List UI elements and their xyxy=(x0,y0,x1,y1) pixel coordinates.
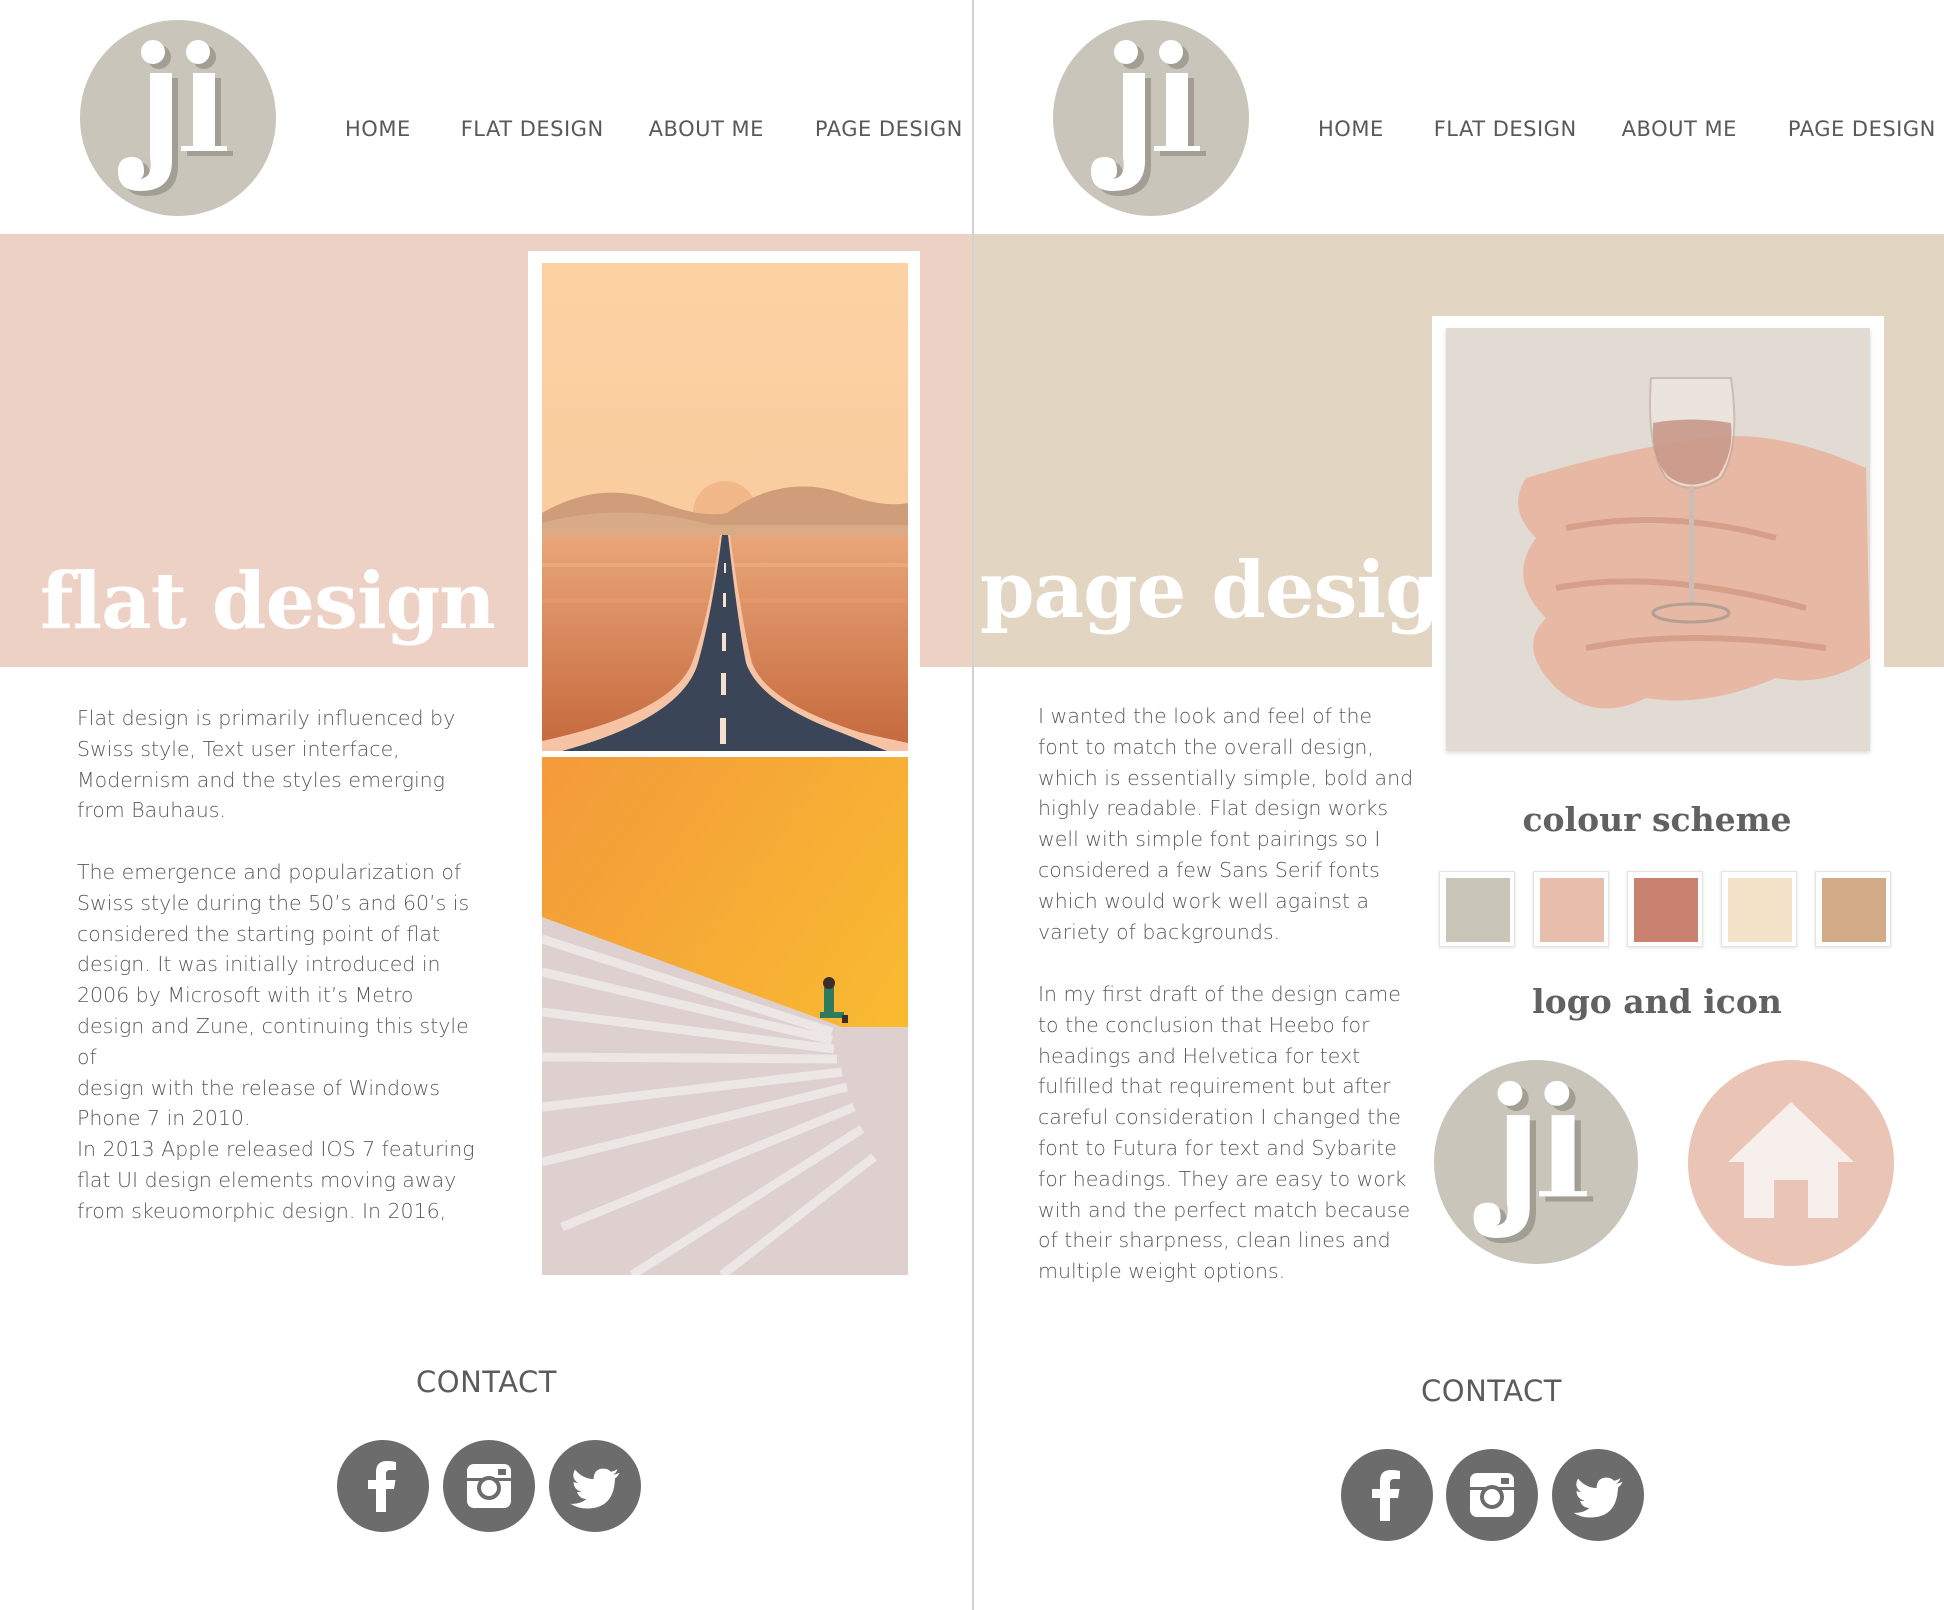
ji-monogram-icon xyxy=(1473,1080,1594,1244)
ji-logo-right[interactable] xyxy=(1053,20,1249,216)
facebook-button[interactable] xyxy=(337,1440,429,1532)
page-design-paragraph-2: In my first draft of the design came to … xyxy=(1038,982,1411,1284)
hero-title: flat design xyxy=(40,556,496,647)
nav-home[interactable]: HOME xyxy=(1318,117,1384,141)
hero-title: page design xyxy=(980,545,1495,636)
flat-design-paragraph-1: Flat design is primarily influenced by S… xyxy=(77,706,456,823)
twitter-button[interactable] xyxy=(549,1440,641,1532)
nav-page-design[interactable]: PAGE DESIGN xyxy=(815,117,963,141)
ji-monogram-icon xyxy=(118,40,233,196)
swatch-cream xyxy=(1721,871,1797,947)
nav-home[interactable]: HOME xyxy=(345,117,411,141)
home-icon-sample xyxy=(1688,1060,1894,1266)
home-icon xyxy=(1728,1102,1854,1218)
contact-heading: CONTACT xyxy=(1421,1374,1563,1408)
contact-heading: CONTACT xyxy=(416,1365,558,1399)
road-sunset-illustration xyxy=(542,263,908,751)
nav-flat-design[interactable]: FLAT DESIGN xyxy=(1434,117,1577,141)
ji-monogram-icon xyxy=(1091,40,1206,196)
nav-about-me[interactable]: ABOUT ME xyxy=(1622,117,1737,141)
page-design-paragraph-1: I wanted the look and feel of the font t… xyxy=(1038,704,1414,944)
ji-logo[interactable] xyxy=(80,20,276,216)
wine-glass-photo xyxy=(1446,328,1870,751)
swatch-tan xyxy=(1815,871,1891,947)
instagram-button[interactable] xyxy=(443,1440,535,1532)
left-nav: HOME FLAT DESIGN ABOUT ME PAGE DESIGN xyxy=(345,117,963,141)
colour-scheme-heading: colour scheme xyxy=(1522,800,1792,839)
twitter-button[interactable] xyxy=(1552,1449,1644,1541)
staircase-illustration xyxy=(542,757,908,1275)
instagram-icon xyxy=(1470,1473,1514,1517)
swatch-grey xyxy=(1439,871,1515,947)
facebook-icon xyxy=(1372,1470,1400,1521)
facebook-icon xyxy=(368,1461,396,1512)
nav-page-design[interactable]: PAGE DESIGN xyxy=(1788,117,1936,141)
right-nav: HOME FLAT DESIGN ABOUT ME PAGE DESIGN xyxy=(1318,117,1936,141)
swatch-terracotta xyxy=(1627,871,1703,947)
flat-design-paragraph-2: The emergence and popularization of Swis… xyxy=(77,860,470,1131)
ji-logo-sample xyxy=(1434,1060,1638,1264)
twitter-icon xyxy=(570,1468,620,1509)
nav-flat-design[interactable]: FLAT DESIGN xyxy=(461,117,604,141)
instagram-button[interactable] xyxy=(1446,1449,1538,1541)
instagram-icon xyxy=(467,1464,511,1508)
facebook-button[interactable] xyxy=(1341,1449,1433,1541)
flat-design-paragraph-3: In 2013 Apple released IOS 7 featuring f… xyxy=(77,1137,475,1223)
nav-about-me[interactable]: ABOUT ME xyxy=(649,117,764,141)
logo-and-icon-heading: logo and icon xyxy=(1532,982,1782,1021)
swatch-blush xyxy=(1533,871,1609,947)
twitter-icon xyxy=(1573,1477,1623,1518)
